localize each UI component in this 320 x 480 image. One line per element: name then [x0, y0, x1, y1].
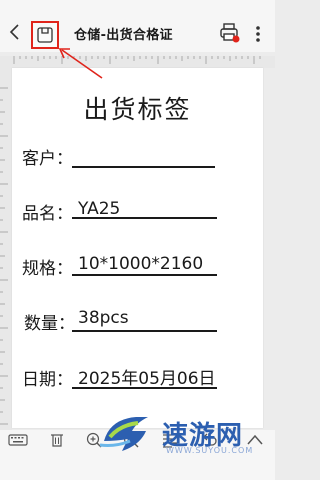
quantity-label[interactable]: 数量： — [24, 309, 75, 334]
date-value[interactable]: 2025年05月06日 — [78, 364, 216, 389]
more-vertical-icon[interactable] — [254, 24, 262, 44]
quantity-value[interactable]: 38pcs — [78, 308, 129, 328]
date-label[interactable]: 日期： — [22, 365, 73, 390]
spec-value[interactable]: 10*1000*2160 — [78, 254, 203, 274]
save-icon — [37, 27, 53, 43]
customer-label[interactable]: 客户： — [22, 144, 73, 169]
watermark-url: WWW.SUYOU.COM — [166, 446, 254, 455]
save-button[interactable] — [31, 21, 59, 49]
label-canvas[interactable]: 出货标签 客户： 品名： YA25 规格： 10*1000*2160 数量： 3… — [12, 68, 263, 428]
watermark: 速游网 WWW.SUYOU.COM — [96, 411, 271, 461]
product-name-underline — [72, 217, 217, 219]
label-title[interactable]: 出货标签 — [12, 90, 263, 126]
quantity-underline — [72, 330, 217, 332]
page-title: 仓储-出货合格证 — [74, 28, 173, 43]
horizontal-ruler — [0, 56, 275, 68]
product-name-label[interactable]: 品名： — [22, 199, 73, 224]
vertical-ruler — [0, 68, 12, 433]
printer-icon[interactable] — [219, 22, 241, 44]
spec-underline — [72, 274, 217, 276]
customer-underline — [72, 166, 215, 168]
trash-icon[interactable] — [47, 432, 67, 448]
date-underline — [72, 387, 217, 389]
watermark-logo-icon — [99, 417, 148, 451]
spec-label[interactable]: 规格： — [22, 254, 73, 279]
keyboard-icon[interactable] — [8, 432, 28, 448]
top-bar: 仓储-出货合格证 — [0, 0, 275, 52]
product-name-value[interactable]: YA25 — [78, 199, 120, 219]
chevron-left-icon[interactable] — [8, 22, 22, 42]
